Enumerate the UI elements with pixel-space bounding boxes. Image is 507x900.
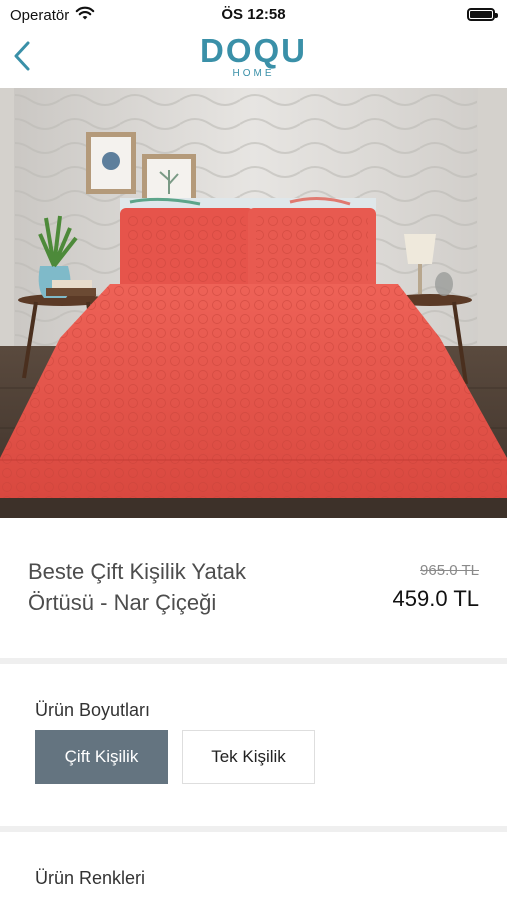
product-title: Beste Çift Kişilik Yatak Örtüsü - Nar Çi… [28,559,247,615]
size-option-single[interactable]: Tek Kişilik [182,730,315,784]
brand-logo: DOQU HOME [0,32,507,80]
status-bar: Operatör ÖS 12:58 [0,0,507,30]
product-info: Beste Çift Kişilik Yatak Örtüsü - Nar Çi… [0,518,507,658]
battery-icon [467,8,498,21]
old-price: 965.0 TL [420,562,479,579]
product-image[interactable] [0,88,507,518]
status-time: ÖS 12:58 [221,6,286,23]
brand-name: DOQU [200,32,307,69]
section-divider [0,658,507,664]
sizes-label: Ürün Boyutları [35,700,151,720]
current-price: 459.0 TL [392,586,479,611]
colors-label: Ürün Renkleri [35,868,146,888]
nav-bar: DOQU HOME [0,30,507,89]
section-divider [0,826,507,832]
size-option-double[interactable]: Çift Kişilik [35,730,168,784]
brand-sub: HOME [232,68,275,79]
bedroom-illustration [0,88,507,518]
